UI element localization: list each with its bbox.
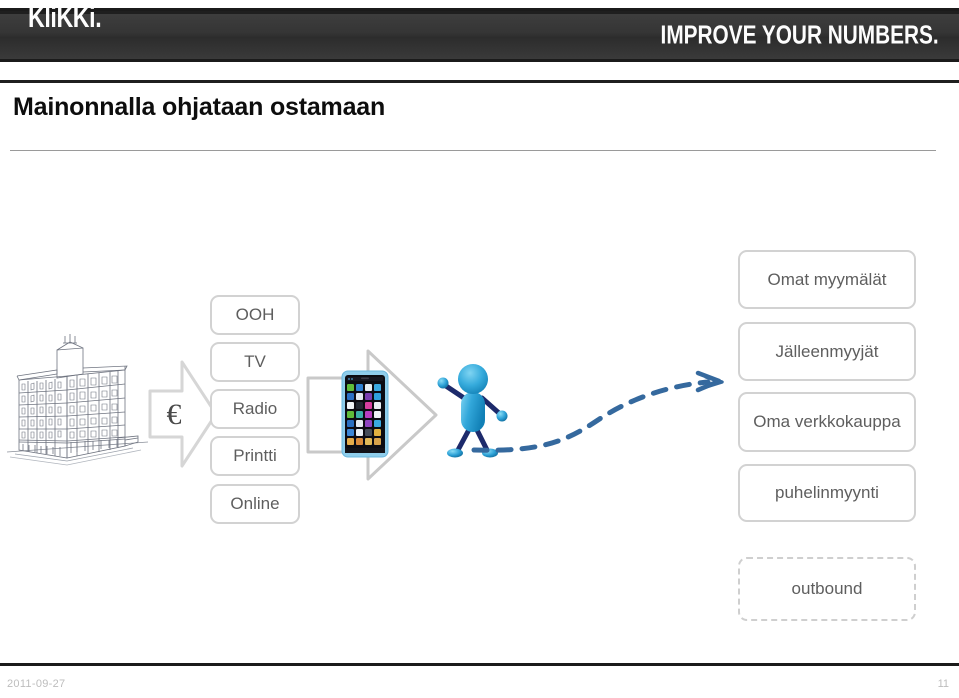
smartphone-icon (341, 370, 389, 458)
brand-tagline-text: IMPROVE YOUR NUMBERS. (660, 19, 939, 50)
media-channel-tv[interactable]: TV (210, 342, 300, 382)
media-channel-radio[interactable]: Radio (210, 389, 300, 429)
brand-logo: KliKKi. (28, 2, 120, 52)
media-channel-online[interactable]: Online (210, 484, 300, 524)
footer-date: 2011-09-27 (7, 678, 66, 690)
sales-channel-oma-verkkokauppa[interactable]: Oma verkkokauppa (738, 392, 916, 452)
footer-divider (0, 663, 959, 666)
euro-flow-arrow: € (148, 360, 218, 468)
building-illustration (6, 334, 149, 466)
brand-bar-bottom-rule (0, 80, 959, 83)
conversion-path-arrow (471, 370, 724, 453)
media-channel-printti[interactable]: Printti (210, 436, 300, 476)
brand-tagline: IMPROVE YOUR NUMBERS. (591, 20, 939, 66)
sales-channel-outbound[interactable]: outbound (738, 557, 916, 621)
page-title: Mainonnalla ohjataan ostamaan (13, 93, 386, 121)
media-channel-ooh[interactable]: OOH (210, 295, 300, 335)
title-divider (10, 150, 936, 151)
footer-page-number: 11 (937, 678, 949, 690)
brand-logo-text: KliKKi. (28, 2, 102, 34)
brand-bar: KliKKi. IMPROVE YOUR NUMBERS. (0, 2, 959, 83)
euro-symbol: € (167, 398, 182, 431)
brand-bar-top-rule (0, 11, 959, 14)
sales-channel-omat-myymalat[interactable]: Omat myymälät (738, 250, 916, 309)
sales-channel-jalleenmyyjat[interactable]: Jälleenmyyjät (738, 322, 916, 381)
sales-channel-puhelinmyynti[interactable]: puhelinmyynti (738, 464, 916, 522)
